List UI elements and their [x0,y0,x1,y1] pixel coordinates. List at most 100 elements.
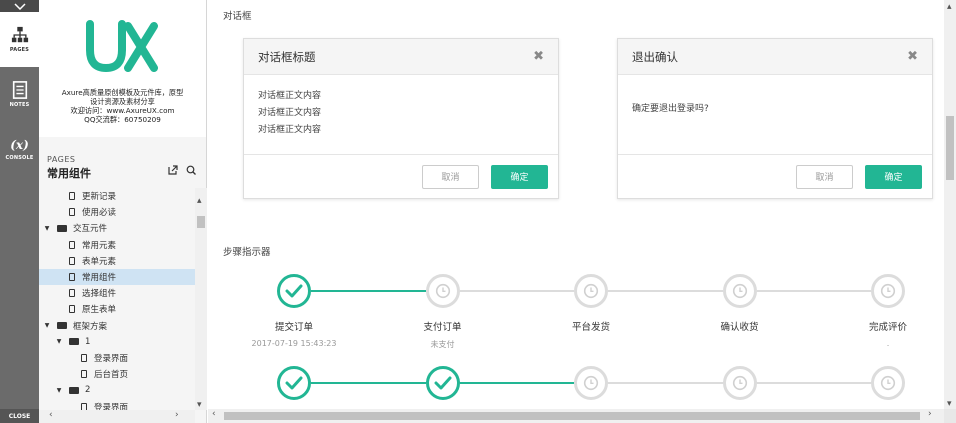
rail-pages-button[interactable]: PAGES [0,12,39,67]
pages-caption: PAGES [47,155,76,164]
rail-notes-label: NOTES [9,102,30,108]
step-subtext: 未支付 [430,340,455,349]
main-vertical-scrollbar[interactable]: ▴ ▾ [944,0,956,409]
tree-item[interactable]: 常用组件 [39,268,195,286]
pages-header: PAGES 常用组件 [39,137,206,189]
scroll-left-arrow[interactable]: ‹ [212,409,216,419]
page-icon [69,256,75,265]
tree-item-label: 原生表单 [82,305,117,316]
sidebar-vertical-scrollbar[interactable]: ▴ ▾ [195,188,207,410]
tree-item[interactable]: ▼ 交互元件 [39,220,195,236]
tree-item[interactable]: 登录界面 [39,398,195,410]
tree-item[interactable]: ▼ 1 [39,334,195,350]
rail-console-button[interactable]: (x) CONSOLE [0,122,39,177]
tree-item[interactable]: 使用必读 [39,204,195,220]
tree-item-label: 常用组件 [82,273,117,284]
tree-item[interactable]: 原生表单 [39,301,195,317]
scroll-up-arrow[interactable]: ▴ [947,2,952,12]
page-icon [69,289,75,298]
rail-pages-label: PAGES [9,47,30,53]
clock-icon [583,375,599,391]
step-item [383,366,503,400]
logo-line: QQ交流群：60750209 [84,115,161,124]
scroll-thumb[interactable] [946,116,954,180]
scroll-thumb[interactable] [197,216,205,228]
close-icon[interactable]: ✖ [907,49,918,64]
folder-icon [57,224,67,232]
cancel-button[interactable]: 取消 [796,164,853,189]
scroll-thumb[interactable] [224,412,920,420]
confirm-button[interactable]: 确定 [865,164,922,189]
expand-triangle-icon[interactable]: ▼ [43,322,51,329]
clock-icon [880,283,896,299]
page-icon [69,305,75,314]
sitemap-icon [11,26,28,43]
tree-item[interactable]: 表单元素 [39,253,195,269]
logo-line: 设计资源及素材分享 [90,97,155,106]
expand-triangle-icon[interactable]: ▼ [43,225,51,232]
scroll-right-arrow[interactable]: › [175,410,179,420]
expand-triangle-icon[interactable]: ▼ [55,338,63,345]
scroll-up-arrow[interactable]: ▴ [197,196,202,206]
page-icon [69,208,75,217]
dialog-body-line: 对话框正文内容 [258,125,322,135]
main-horizontal-scrollbar[interactable]: ‹ › [208,409,944,423]
tree-item[interactable]: 常用元素 [39,237,195,253]
page-tree: 更新记录 使用必读 ▼ 交互元件 常用元素 表单元素常用组件选择组件原生表单 ▼ 框架方案 ▼ 1… [39,188,195,410]
console-icon: (x) [10,138,29,152]
close-button[interactable]: CLOSE [0,409,39,423]
external-link-icon[interactable] [168,165,178,175]
rail-notes-button[interactable]: NOTES [0,67,39,122]
step-pending-circle [871,366,905,400]
page-icon [69,273,75,282]
dialog-body-text: 确定要退出登录吗? [632,104,709,114]
sidebar-horizontal-scrollbar[interactable]: ‹ › [39,410,195,423]
expand-triangle-icon[interactable]: ▼ [55,387,63,394]
tree-item[interactable]: ▼ 2 [39,382,195,398]
dialog-header: 对话框标题 ✖ [244,39,558,75]
step-name: 平台发货 [571,322,610,333]
dialog-body-line: 对话框正文内容 [258,108,322,118]
checkmark-icon [285,376,303,390]
scroll-down-arrow[interactable]: ▾ [947,399,952,409]
step-item [680,366,800,400]
dialog-body-line: 对话框正文内容 [258,91,322,101]
step-pending-circle [722,366,757,400]
step-indicator-2 [277,366,905,406]
app-window: PAGES NOTES (x) CONSOLE CLOSE Axure高质量原创… [0,0,956,423]
tree-item-label: 登录界面 [94,402,129,410]
cancel-button[interactable]: 取消 [422,164,479,189]
tree-item[interactable]: 后台首页 [39,366,195,382]
tree-item[interactable]: 选择组件 [39,285,195,301]
dialog-title: 退出确认 [632,49,678,64]
notes-icon [12,81,27,99]
tree-item-label: 选择组件 [82,289,117,300]
scroll-left-arrow[interactable]: ‹ [49,410,53,420]
logo-area: Axure高质量原创模板及元件库，原型 设计资源及素材分享 欢迎访问：www.A… [39,0,206,137]
scroll-corner [944,409,956,423]
ux-logo [85,20,158,73]
close-icon[interactable]: ✖ [533,49,544,64]
collapse-toggle[interactable] [0,0,39,12]
step-done-circle [277,274,311,308]
logo-line: Axure高质量原创模板及元件库，原型 [61,88,184,97]
tree-item[interactable]: 更新记录 [39,188,195,204]
folder-icon [69,386,79,394]
tree-item[interactable]: ▼ 框架方案 [39,318,195,334]
scroll-right-arrow[interactable]: › [928,409,932,419]
step-item [531,366,651,400]
tree-item-label: 框架方案 [73,321,108,332]
checkmark-icon [434,376,451,390]
page-icon [69,192,75,201]
dialog-body: 确定要退出登录吗? [618,75,932,157]
tree-item[interactable]: 登录界面 [39,350,195,366]
confirm-button[interactable]: 确定 [491,164,548,189]
steps-section-title: 步骤指示器 [223,247,271,258]
search-pages-icon[interactable] [186,165,196,175]
dialog-title: 对话框标题 [258,49,316,64]
step-item: 支付订单 未支付 [383,274,503,350]
logo-caption: Axure高质量原创模板及元件库，原型 设计资源及素材分享 欢迎访问：www.A… [43,88,203,124]
step-name: 提交订单 [274,322,313,333]
clock-icon [732,283,747,299]
scroll-down-arrow[interactable]: ▾ [197,400,202,410]
